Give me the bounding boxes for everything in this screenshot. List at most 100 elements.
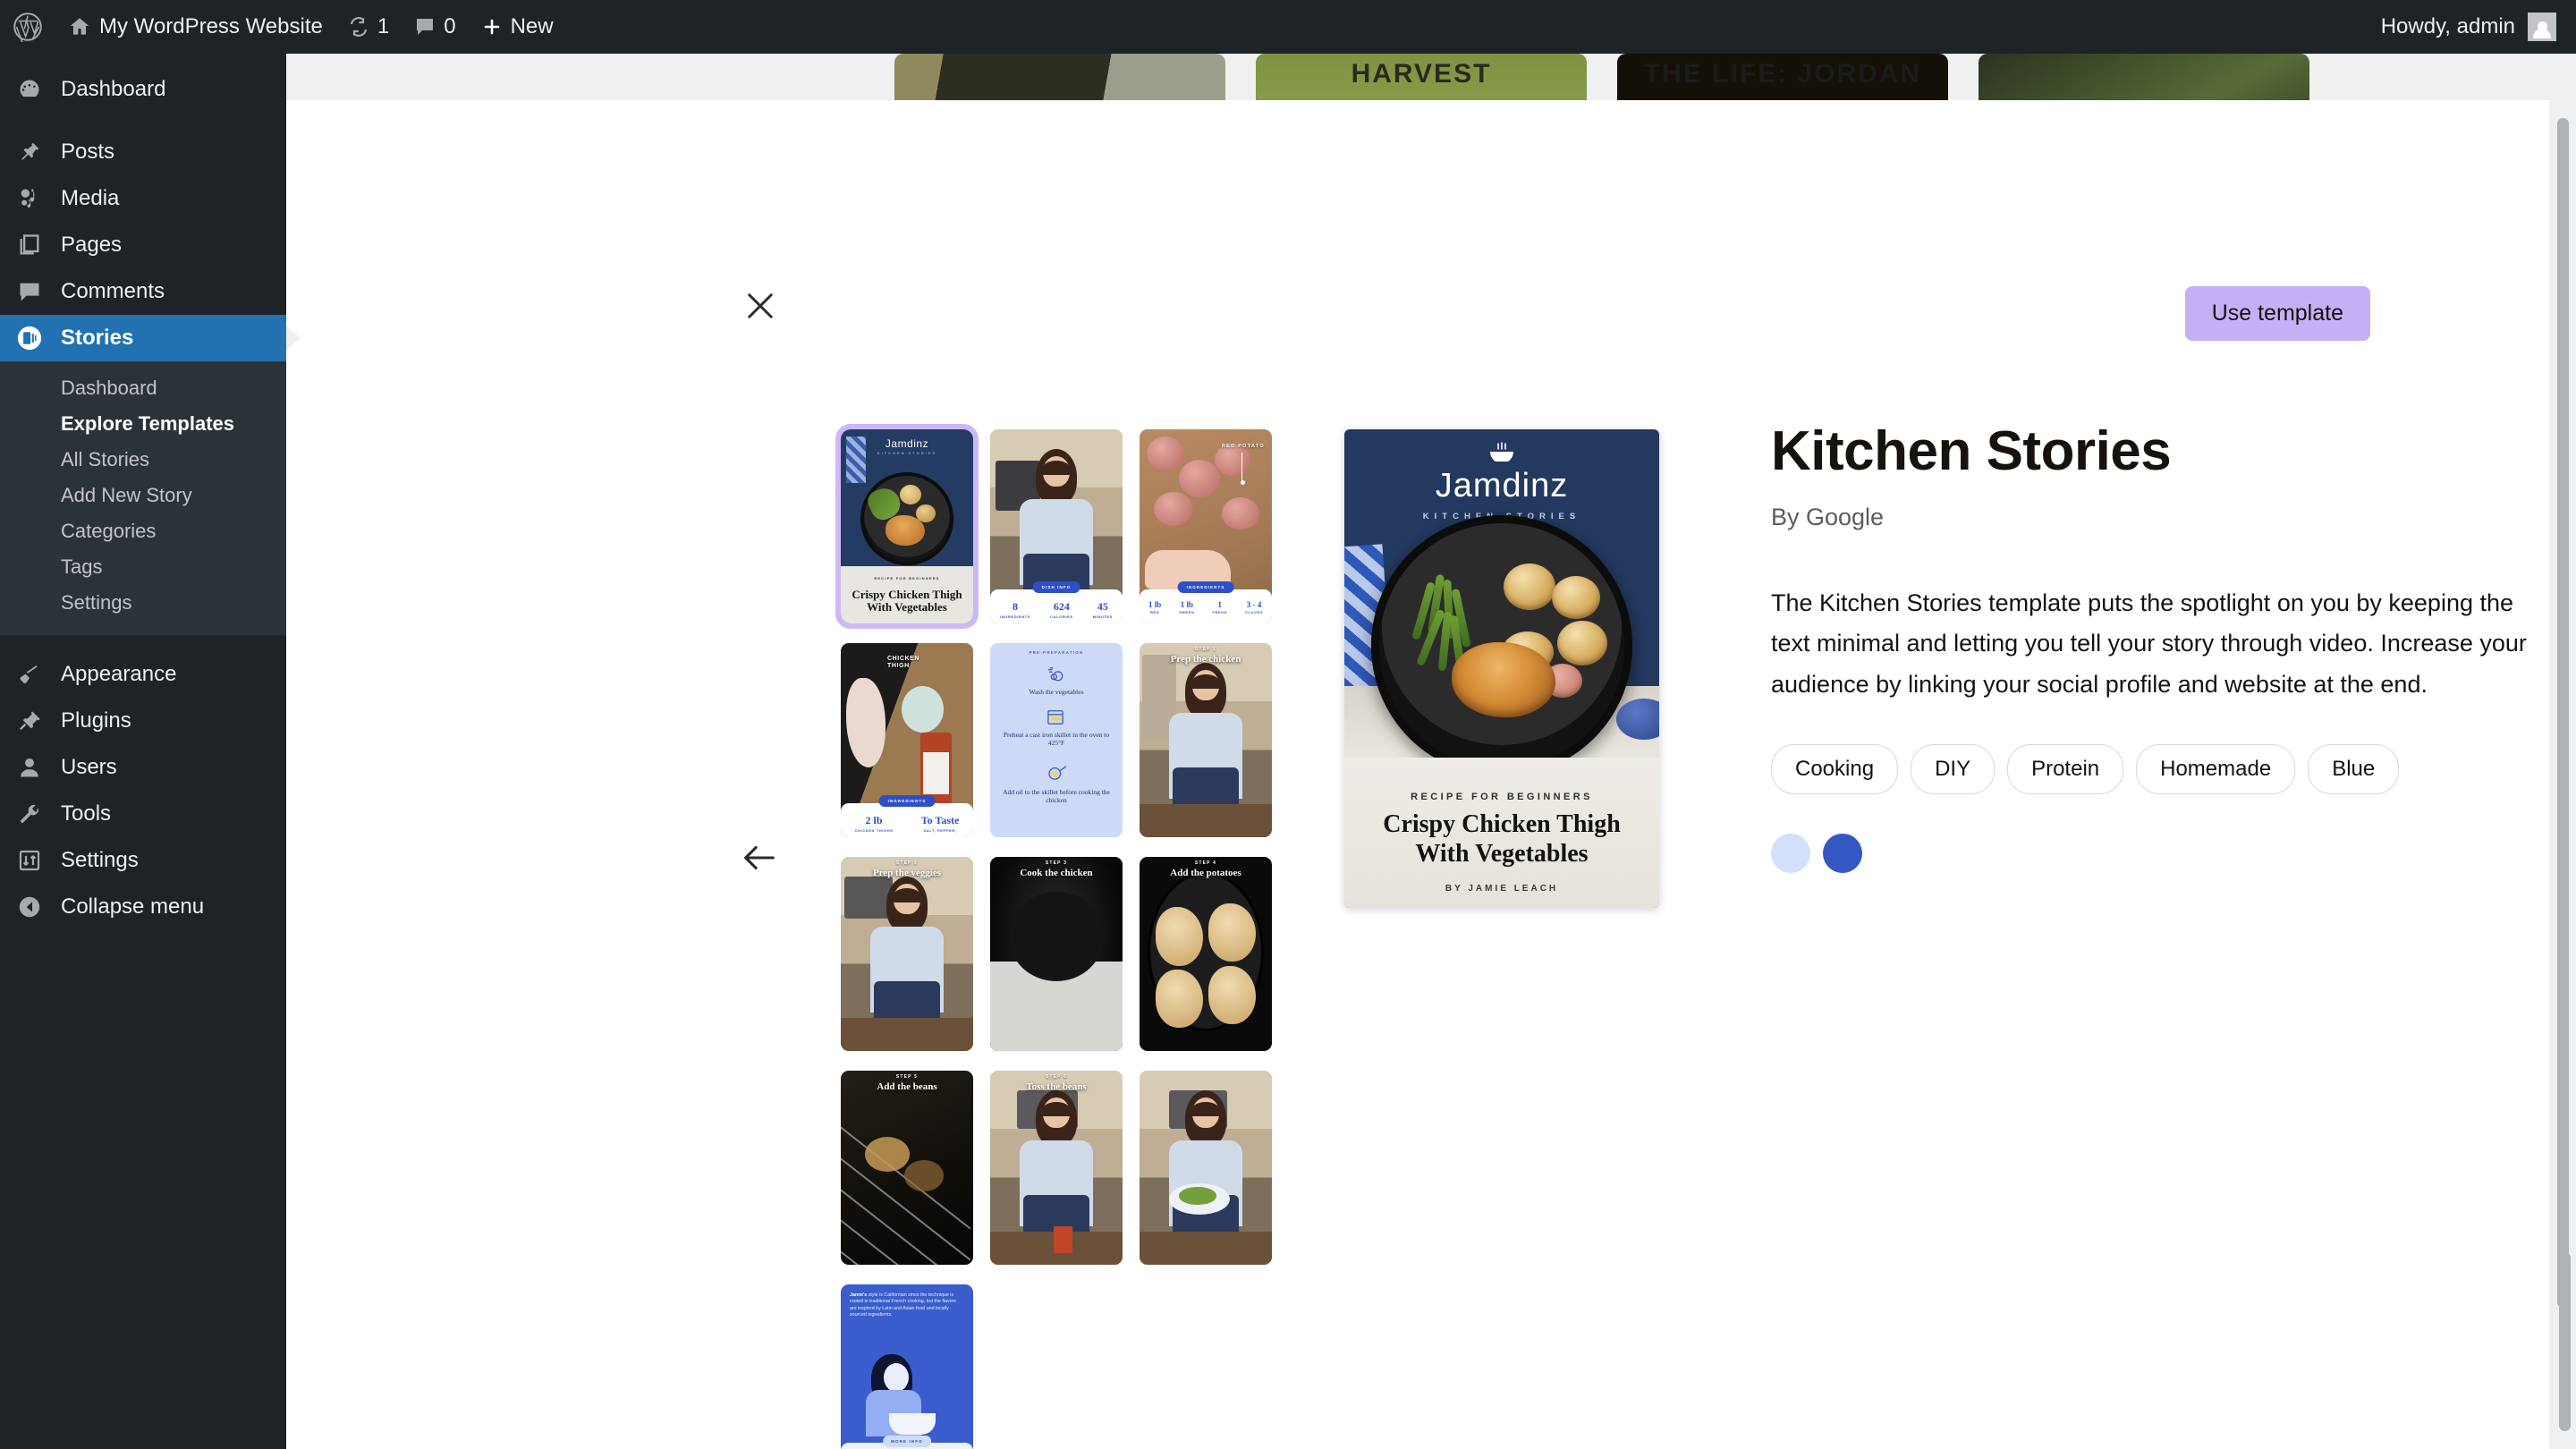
plus-icon [481, 16, 503, 38]
thumbnail-page-4[interactable]: CHICKEN THIGH INGREDIENTS 2 lb CHICKEN T… [841, 643, 973, 837]
sidebar-item-collapse-menu[interactable]: Collapse menu [0, 884, 286, 930]
stat-value: 8 [1013, 600, 1019, 613]
sidebar-item-pages[interactable]: Pages [0, 222, 286, 268]
previous-template-button[interactable] [732, 830, 787, 886]
potato-shape [900, 485, 921, 504]
page-scrollbar-thumb[interactable] [2559, 1252, 2571, 1431]
tag-diy[interactable]: DIY [1911, 744, 1996, 795]
submenu-item-dashboard[interactable]: Dashboard [0, 370, 286, 406]
recipe-title: Crispy Chicken Thigh With Vegetables [852, 587, 962, 614]
user-icon [14, 755, 45, 780]
stat-item: To Taste SALT, PEPPER, [921, 814, 960, 833]
submenu-item-all-stories[interactable]: All Stories [0, 442, 286, 478]
video-frame [1140, 643, 1272, 837]
sidebar-item-dashboard[interactable]: Dashboard [0, 66, 286, 113]
thumbnail-page-11[interactable]: STEP 6 Toss the beans [990, 1071, 1123, 1265]
video-frame [1140, 1071, 1272, 1265]
ingredient-label: RED POTATO [1221, 444, 1265, 449]
thumbnail-page-9[interactable]: STEP 4 Add the potatoes [1140, 857, 1272, 1051]
sidebar-item-label: Posts [61, 140, 115, 164]
stat-value: 1 lb [1148, 600, 1162, 609]
sidebar-item-label: Comments [61, 279, 165, 303]
thumbnail-page-10[interactable]: STEP 5 Add the beans [841, 1071, 973, 1265]
sidebar-item-posts[interactable]: Posts [0, 129, 286, 175]
updates-button[interactable]: 1 [335, 0, 402, 54]
sidebar-item-media[interactable]: Media [0, 175, 286, 222]
stat-item: 8 INGREDIENTS [1000, 600, 1030, 619]
brand-name: Jamdinz [1435, 467, 1569, 504]
stat-value: 1 [1217, 600, 1222, 609]
account-menu[interactable]: Howdy, admin [2368, 0, 2576, 54]
thumbnail-page-8[interactable]: STEP 3 Cook the chicken [990, 857, 1123, 1051]
thumbnail-page-13[interactable]: Jamie's style is Californian since the t… [841, 1284, 973, 1449]
sidebar-item-label: Stories [61, 326, 134, 350]
updates-count: 1 [377, 14, 390, 38]
submenu-item-add-new-story[interactable]: Add New Story [0, 478, 286, 513]
stat-value: 3 - 4 [1246, 600, 1262, 609]
callout-dot [1241, 480, 1245, 485]
thumbnail-page-6[interactable]: STEP 1 Prep the chicken [1140, 643, 1272, 837]
wp-logo-button[interactable] [0, 0, 55, 54]
poster-title: Crispy Chicken Thigh With Vegetables [1383, 810, 1621, 868]
sidebar-item-settings[interactable]: Settings [0, 837, 286, 884]
template-color-swatches [1771, 834, 2549, 874]
color-swatch-dark[interactable] [1823, 834, 1862, 874]
step-label: STEP 3 [1045, 860, 1068, 866]
step-title: Prep the chicken [1170, 654, 1241, 665]
ingredients-bar: INGREDIENTS 1 lb RED 1 lb GREEN 1 FRESH [1140, 581, 1272, 623]
thumbnail-page-2[interactable]: DISH INFO 8 INGREDIENTS 624 CALORIES 45 [990, 429, 1123, 623]
sidebar-item-users[interactable]: Users [0, 744, 286, 791]
sidebar-main-group: Dashboard Posts Media Pages Comments Sto… [0, 54, 286, 361]
submenu-item-explore-templates[interactable]: Explore Templates [0, 406, 286, 442]
background-template-cards: HARVEST THE LIFE: JORDAN [286, 54, 2576, 161]
new-content-label: New [510, 14, 554, 38]
author-bio: Jamie's style is Californian since the t… [850, 1292, 956, 1318]
stat-value: To Taste [920, 814, 960, 826]
home-icon [68, 15, 91, 38]
arrow-left-icon [739, 837, 780, 878]
comment-bubble-icon [414, 16, 436, 38]
thumbnail-page-1[interactable]: Jamdinz KITCHEN STORIES RECIPE FOR BEGIN… [835, 424, 979, 629]
sidebar-item-tools[interactable]: Tools [0, 791, 286, 837]
sidebar-item-appearance[interactable]: Appearance [0, 651, 286, 698]
color-swatch-light[interactable] [1771, 834, 1810, 874]
video-frame [990, 857, 1123, 1051]
oven-photo [841, 1071, 973, 1265]
stat-item: 1 lb GREEN [1179, 600, 1194, 614]
tag-protein[interactable]: Protein [2007, 744, 2124, 795]
new-content-button[interactable]: New [469, 0, 566, 54]
submenu-item-categories[interactable]: Categories [0, 513, 286, 549]
site-name-menu[interactable]: My WordPress Website [55, 0, 335, 54]
thumbnail-page-12[interactable] [1140, 1071, 1272, 1265]
ingredients-pill: INGREDIENTS [1177, 581, 1234, 593]
thumbnail-page-7[interactable]: STEP 2 Prep the veggies [841, 857, 973, 1051]
submenu-item-settings[interactable]: Settings [0, 585, 286, 621]
stat-value: 1 lb [1180, 600, 1193, 609]
thumbnail-page-5[interactable]: PRE-PREPARATION Wash the vegetables Preh… [990, 643, 1123, 837]
dish-stats: 8 INGREDIENTS 624 CALORIES 45 MINUTES [990, 600, 1123, 619]
ingredients-pill: INGREDIENTS [878, 795, 936, 807]
avatar [2528, 13, 2556, 41]
step-title: Add the beans [877, 1081, 937, 1092]
sidebar-item-label: Plugins [61, 708, 131, 733]
tag-blue[interactable]: Blue [2308, 744, 2400, 795]
ingredient-stats: 2 lb CHICKEN THIGHS To Taste SALT, PEPPE… [841, 814, 973, 833]
modal-scrollbar-thumb[interactable] [2557, 118, 2569, 1308]
tag-homemade[interactable]: Homemade [2136, 744, 2296, 795]
step-title: Toss the beans [1026, 1081, 1087, 1092]
stat-label: RED [1149, 610, 1160, 614]
submenu-item-tags[interactable]: Tags [0, 549, 286, 585]
close-modal-button[interactable] [733, 279, 787, 333]
use-template-button[interactable]: Use template [2184, 286, 2370, 341]
step-title: Add the potatoes [1170, 868, 1241, 878]
comments-button[interactable]: 0 [402, 0, 468, 54]
sidebar-item-comments[interactable]: Comments [0, 268, 286, 315]
tag-cooking[interactable]: Cooking [1771, 744, 1899, 795]
author-links-bar: MORE INFO Jamieklearch Website [841, 1436, 973, 1449]
poster-byline: BY JAMIE LEACH [1445, 884, 1559, 894]
template-preview-poster[interactable]: Jamdinz KITCHEN STORIES RECIPE FOR [1344, 429, 1659, 908]
sidebar-item-stories[interactable]: Stories [0, 315, 286, 361]
thumbnail-page-3[interactable]: RED POTATO INGREDIENTS 1 lb RED 1 lb GRE… [1140, 429, 1272, 623]
stat-value: 45 [1097, 600, 1108, 613]
sidebar-item-plugins[interactable]: Plugins [0, 698, 286, 744]
